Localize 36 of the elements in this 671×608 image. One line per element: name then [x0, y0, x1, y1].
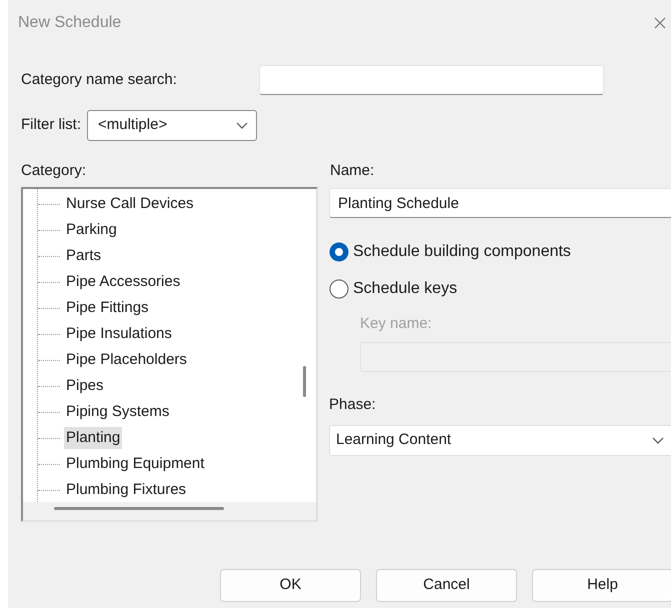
- chevron-down-icon: [652, 437, 664, 444]
- field-label: Key name:: [360, 314, 433, 334]
- radio-option[interactable]: Schedule building components: [329, 240, 571, 264]
- window-title: New Schedule: [18, 12, 122, 32]
- dialog-button[interactable]: OK: [220, 569, 361, 602]
- tree-item[interactable]: Parts: [66, 244, 102, 268]
- tree-item[interactable]: Planting: [64, 426, 122, 450]
- field-label: Phase:: [329, 394, 377, 414]
- tree-item[interactable]: Nurse Call Devices: [66, 192, 194, 216]
- filter-dropdown[interactable]: <multiple>: [87, 110, 257, 141]
- field-label: Name:: [329, 161, 376, 181]
- tree-item[interactable]: Pipe Insulations: [66, 322, 172, 346]
- chevron-down-icon: [236, 122, 248, 129]
- phase-dropdown[interactable]: Learning Content: [329, 425, 671, 456]
- tree-item[interactable]: Plumbing Fixtures: [66, 478, 186, 502]
- category-tree[interactable]: Nurse Call Devices Parking Parts Pipe Accessories Pipe Fittings Pipe Insulations Pipe Placeholders Pipes Piping Systems Planting Plumbing Equipment Plumbing Fixtures: [21, 187, 318, 522]
- tree-item[interactable]: Plumbing Equipment: [66, 452, 204, 476]
- field-label: Filter list:: [21, 115, 81, 136]
- dialog-button[interactable]: Help: [532, 569, 671, 602]
- scrollbar-thumb[interactable]: [303, 366, 306, 397]
- dialog-button[interactable]: Cancel: [376, 569, 517, 602]
- tree-item[interactable]: Parking: [66, 218, 117, 242]
- tree-item[interactable]: Pipe Placeholders: [66, 348, 187, 372]
- close-icon[interactable]: [654, 16, 666, 28]
- tree-item[interactable]: Pipe Fittings: [66, 296, 149, 320]
- radio-button[interactable]: [329, 279, 349, 299]
- tree-item[interactable]: Piping Systems: [66, 400, 170, 424]
- name-field[interactable]: Planting Schedule: [329, 188, 671, 218]
- field-label: Category:: [21, 161, 88, 181]
- tree-item[interactable]: Pipes: [66, 374, 104, 398]
- scrollbar-thumb[interactable]: [54, 507, 224, 510]
- search-field[interactable]: [259, 65, 604, 95]
- radio-option[interactable]: Schedule keys: [329, 277, 458, 301]
- radio-button[interactable]: [329, 242, 349, 262]
- tree-item[interactable]: Pipe Accessories: [66, 270, 180, 294]
- field-label: Category name search:: [21, 70, 178, 90]
